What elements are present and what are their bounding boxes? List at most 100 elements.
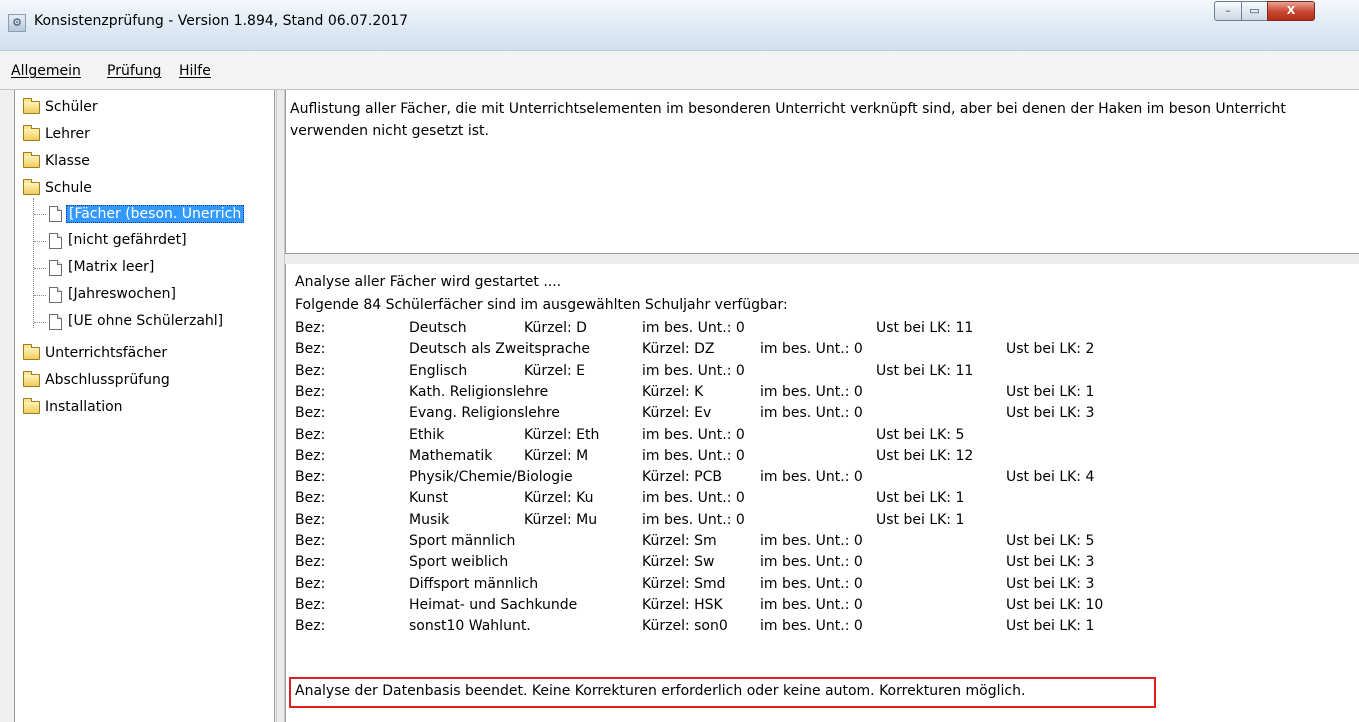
log-cell-name: Sport weiblich [409, 554, 509, 571]
log-cell-bez: Bez: [295, 469, 326, 486]
log-cell-kuerzel: Kürzel: HSK [642, 596, 723, 613]
minimize-button[interactable]: – [1214, 1, 1242, 21]
log-cell-name: Kath. Religionslehre [409, 383, 549, 400]
log-cell-bez: Bez: [295, 383, 326, 400]
log-cell-kuerzel: Kürzel: PCB [642, 469, 722, 486]
log-cell-unt: im bes. Unt.: 0 [760, 405, 863, 422]
tree-folder-label: Installation [45, 399, 123, 415]
log-cell-kuerzel: Kürzel: Eth [524, 426, 600, 443]
title-bar[interactable]: ⚙ Konsistenzprüfung - Version 1.894, Sta… [0, 0, 1359, 51]
log-cell-kuerzel: Kürzel: Sm [642, 533, 717, 549]
tree-folder-label: Abschlussprüfung [45, 372, 170, 388]
log-cell-bez: Bez: [295, 490, 326, 507]
log-row: Bez: Englisch Kürzel: E im bes. Unt.: 0 Ust … [286, 363, 1356, 385]
menu-pruefung[interactable]: Prüfung [107, 63, 161, 79]
log-cell-lk: Ust bei LK: 3 [1006, 405, 1095, 422]
folder-icon [23, 152, 40, 168]
log-cell-kuerzel: Kürzel: Sw [642, 554, 715, 571]
log-cell-name: sonst10 Wahlunt. [409, 618, 531, 635]
document-icon [49, 260, 62, 276]
log-cell-name: Diffsport männlich [409, 575, 539, 592]
menu-allgemein[interactable]: Allgemein [11, 63, 81, 79]
log-cell-unt: im bes. Unt.: 0 [642, 490, 745, 507]
log-cell-kuerzel: Kürzel: son0 [642, 618, 728, 635]
log-line-start: Analyse aller Fächer wird gestartet .... [295, 274, 562, 290]
log-cell-unt: im bes. Unt.: 0 [642, 447, 745, 464]
log-cell-name: Evang. Religionslehre [409, 405, 560, 422]
maximize-button[interactable]: ▭ [1241, 1, 1268, 21]
app-icon: ⚙ [8, 14, 26, 32]
tree-folder-label: Lehrer [45, 126, 90, 142]
tree-item-label-selected: [Fächer (beson. Unerrich [66, 205, 245, 223]
tree-folder-label: Schule [45, 180, 92, 196]
log-cell-bez: Bez: [295, 575, 326, 592]
log-cell-name: Deutsch als Zweitsprache [409, 341, 591, 358]
log-cell-lk: Ust bei LK: 12 [876, 447, 974, 464]
log-cell-bez: Bez: [295, 618, 326, 635]
close-button[interactable]: X [1267, 1, 1315, 21]
log-cell-unt: im bes. Unt.: 0 [642, 362, 745, 379]
log-cell-name: Musik [409, 511, 450, 528]
description-pane: Auflistung aller Fächer, die mit Unterri… [285, 90, 1359, 254]
log-cell-lk: Ust bei LK: 11 [876, 320, 974, 336]
tree-connector [33, 198, 34, 328]
log-row: Bez: sonst10 Wahlunt. Kürzel: son0 im bes. … [286, 618, 1356, 640]
log-cell-lk: Ust bei LK: 4 [1006, 469, 1095, 486]
log-cell-lk: Ust bei LK: 1 [876, 490, 965, 507]
tree-folder-label: Unterrichtsfächer [45, 345, 168, 361]
log-cell-unt: im bes. Unt.: 0 [760, 575, 863, 592]
log-row: Bez: Mathematik Kürzel: M im bes. Unt.: 0 Us… [286, 448, 1356, 470]
log-row: Bez: Evang. Religionslehre Kürzel: Ev im be… [286, 405, 1356, 427]
log-cell-kuerzel: Kürzel: Ev [642, 405, 712, 422]
log-row: Bez: Sport männlich Kürzel: Sm im bes. Unt.… [286, 533, 1356, 555]
log-row: Bez: Kath. Religionslehre Kürzel: K im bes.… [286, 384, 1356, 406]
log-cell-lk: Ust bei LK: 3 [1006, 575, 1095, 592]
document-icon [49, 287, 62, 303]
menu-bar: Allgemein Prüfung Hilfe [0, 51, 1359, 90]
folder-open-icon [23, 179, 40, 195]
log-cell-lk: Ust bei LK: 10 [1006, 596, 1104, 613]
log-cell-kuerzel: Kürzel: Smd [642, 575, 726, 592]
log-cell-unt: im bes. Unt.: 0 [642, 511, 745, 528]
log-cell-unt: im bes. Unt.: 0 [642, 320, 745, 336]
log-row: Bez: Deutsch als Zweitsprache Kürzel: DZ im… [286, 341, 1356, 363]
log-cell-kuerzel: Kürzel: M [524, 447, 589, 464]
log-row: Bez: Heimat- und Sachkunde Kürzel: HSK im b… [286, 597, 1356, 619]
log-cell-name: Deutsch [409, 320, 467, 336]
tree-item-label: [nicht gefährdet] [68, 232, 187, 248]
log-cell-bez: Bez: [295, 447, 326, 464]
log-row: Bez: Musik Kürzel: Mu im bes. Unt.: 0 Ust be… [286, 512, 1356, 534]
log-cell-name: Physik/Chemie/Biologie [409, 469, 573, 486]
document-icon [49, 314, 62, 330]
log-cell-bez: Bez: [295, 533, 326, 549]
log-cell-kuerzel: Kürzel: D [524, 320, 587, 336]
log-cell-name: Mathematik [409, 447, 493, 464]
tree-folder-label: Schüler [45, 99, 98, 115]
folder-icon [23, 98, 40, 114]
log-cell-unt: im bes. Unt.: 0 [760, 596, 863, 613]
log-cell-kuerzel: Kürzel: Ku [524, 490, 594, 507]
document-icon [49, 206, 62, 222]
window-title: Konsistenzprüfung - Version 1.894, Stand… [34, 13, 408, 29]
highlight-box: Analyse der Datenbasis beendet. Keine Ko… [289, 677, 1156, 708]
log-pane: Analyse aller Fächer wird gestartet ....… [285, 264, 1359, 722]
log-cell-unt: im bes. Unt.: 0 [642, 426, 745, 443]
folder-icon [23, 371, 40, 387]
navigation-tree: Schüler Lehrer Klasse Schule [Fächer (be… [14, 90, 275, 722]
vertical-splitter[interactable] [276, 90, 285, 722]
log-row: Bez: Kunst Kürzel: Ku im bes. Unt.: 0 Ust be… [286, 490, 1356, 512]
log-cell-lk: Ust bei LK: 11 [876, 362, 974, 379]
log-cell-kuerzel: Kürzel: E [524, 362, 585, 379]
log-cell-lk: Ust bei LK: 1 [876, 511, 965, 528]
tree-connector [34, 241, 46, 242]
tree-connector [34, 322, 46, 323]
folder-icon [23, 344, 40, 360]
tree-connector [34, 295, 46, 296]
log-row: Bez: Sport weiblich Kürzel: Sw im bes. Unt.… [286, 554, 1356, 576]
tree-connector [34, 214, 46, 215]
menu-hilfe[interactable]: Hilfe [179, 63, 211, 79]
folder-icon [23, 125, 40, 141]
folder-icon [23, 398, 40, 414]
log-cell-bez: Bez: [295, 554, 326, 571]
log-cell-bez: Bez: [295, 426, 326, 443]
